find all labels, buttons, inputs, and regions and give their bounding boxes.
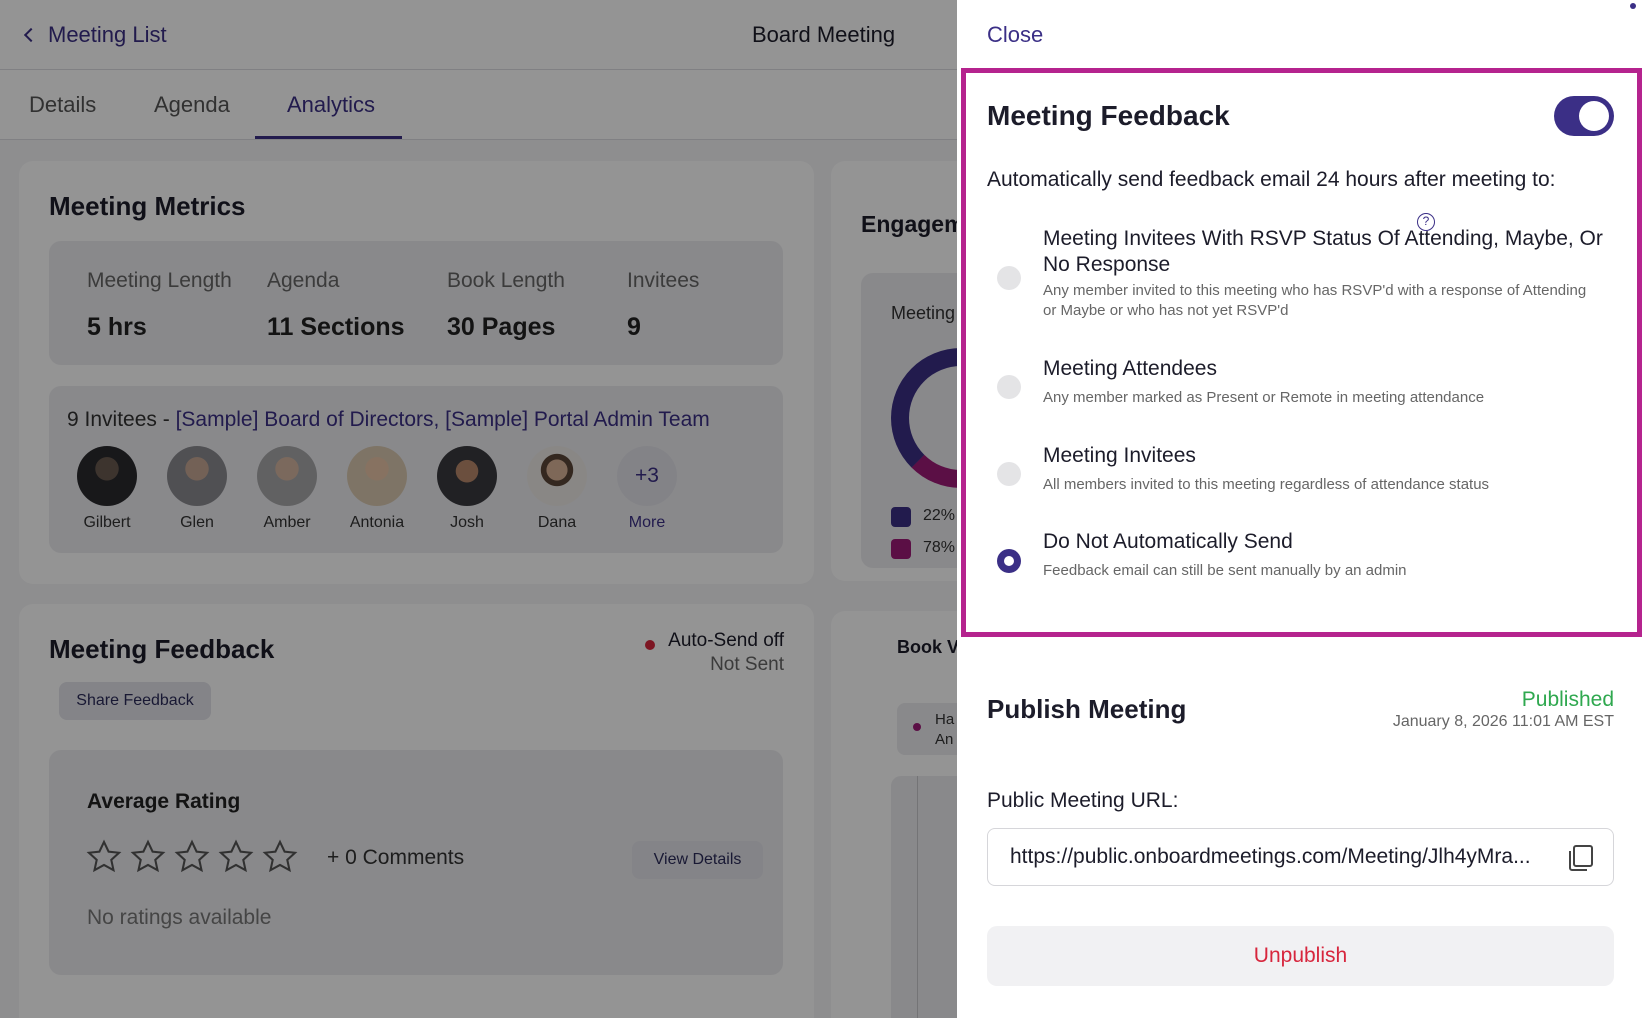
publish-status-badge: Published bbox=[1521, 688, 1614, 711]
option-description: Any member invited to this meeting who h… bbox=[1043, 282, 1587, 319]
radio-button[interactable] bbox=[997, 266, 1021, 290]
option-do-not-send[interactable]: Do Not Automatically Send Feedback email… bbox=[987, 529, 1617, 589]
feedback-toggle[interactable] bbox=[1554, 96, 1614, 136]
option-attendees[interactable]: Meeting Attendees Any member marked as P… bbox=[987, 356, 1617, 416]
option-description: Feedback email can still be sent manuall… bbox=[1043, 562, 1407, 579]
toggle-knob bbox=[1579, 101, 1609, 131]
unpublish-button[interactable]: Unpublish bbox=[987, 926, 1614, 986]
public-url-value: https://public.onboardmeetings.com/Meeti… bbox=[1010, 845, 1531, 868]
option-invitees[interactable]: Meeting Invitees All members invited to … bbox=[987, 443, 1617, 503]
radio-button[interactable] bbox=[997, 462, 1021, 486]
radio-button-selected[interactable] bbox=[997, 549, 1021, 573]
option-title: Meeting Invitees bbox=[1043, 444, 1196, 467]
option-title: Meeting Invitees With RSVP Status Of Att… bbox=[1043, 227, 1603, 276]
option-description: All members invited to this meeting rega… bbox=[1043, 476, 1490, 493]
radio-button[interactable] bbox=[997, 375, 1021, 399]
copy-icon[interactable] bbox=[1565, 843, 1595, 873]
feedback-settings-title: Meeting Feedback bbox=[987, 100, 1230, 131]
auto-send-description: Automatically send feedback email 24 hou… bbox=[987, 168, 1556, 191]
option-rsvp-invitees[interactable]: Meeting Invitees With RSVP Status Of Att… bbox=[987, 226, 1617, 326]
close-button[interactable]: Close bbox=[987, 22, 1043, 48]
option-title: Meeting Attendees bbox=[1043, 357, 1217, 380]
modal-overlay[interactable] bbox=[0, 0, 957, 1018]
publish-title: Publish Meeting bbox=[987, 694, 1187, 724]
public-url-label: Public Meeting URL: bbox=[987, 789, 1179, 812]
indicator-dot bbox=[1630, 3, 1636, 9]
publish-date: January 8, 2026 11:01 AM EST bbox=[1392, 713, 1614, 730]
option-title: Do Not Automatically Send bbox=[1043, 530, 1293, 553]
option-description: Any member marked as Present or Remote i… bbox=[1043, 389, 1485, 406]
help-icon[interactable]: ? bbox=[1417, 213, 1435, 231]
public-url-field[interactable]: https://public.onboardmeetings.com/Meeti… bbox=[987, 828, 1614, 886]
settings-panel: Close Meeting Feedback Automatically sen… bbox=[957, 0, 1644, 1018]
